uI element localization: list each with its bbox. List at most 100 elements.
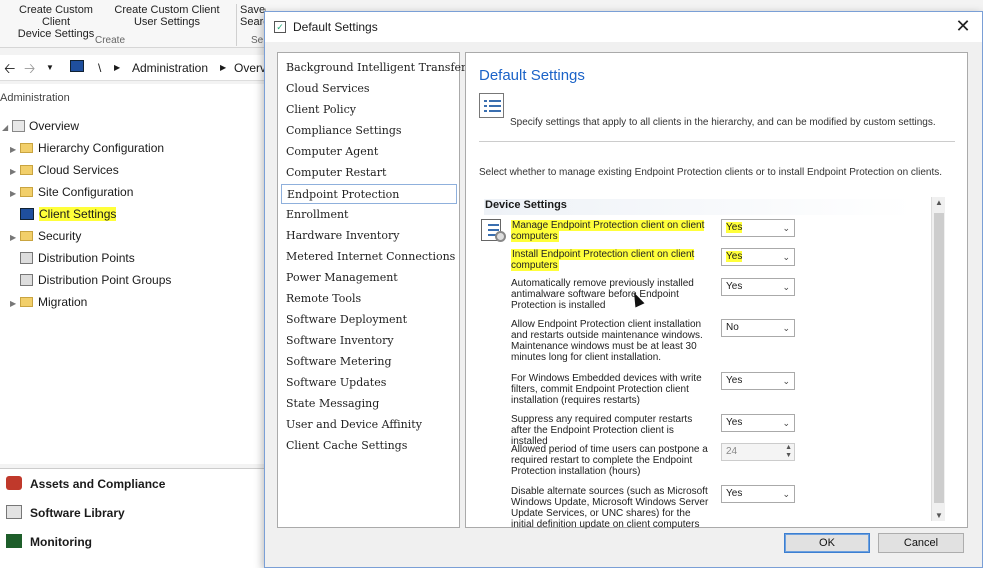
device-settings-grid: Device Settings ▲ ▼ Manage Endpoint Prot… [481, 195, 956, 530]
expand-icon[interactable]: ▶ [10, 163, 20, 181]
category-item[interactable]: Background Intelligent Transfer [281, 58, 466, 78]
workspace-monitoring[interactable]: Monitoring [6, 531, 92, 553]
panel-title: Default Settings [479, 67, 585, 84]
workspace-list: Assets and Compliance Software Library M… [0, 468, 265, 568]
setting-label: For Windows Embedded devices with write … [511, 373, 702, 406]
category-item[interactable]: Computer Restart [281, 163, 457, 183]
back-icon[interactable]: 🡠 [4, 58, 15, 82]
chevron-down-icon: ⌄ [782, 376, 790, 386]
category-item-selected[interactable]: Endpoint Protection [281, 184, 457, 204]
overview-icon [12, 120, 25, 132]
close-button[interactable]: ✕ [952, 16, 974, 38]
default-settings-dialog: ✓ Default Settings ✕ Background Intellig… [264, 11, 983, 568]
category-item[interactable]: Computer Agent [281, 142, 457, 162]
folder-icon [20, 187, 33, 197]
address-administration[interactable]: Administration [132, 61, 208, 75]
panel-description: Specify settings that apply to all clien… [510, 117, 936, 128]
chevron-down-icon: ⌄ [782, 282, 790, 292]
tree-item-site-configuration[interactable]: ▶ Site Configuration [10, 183, 133, 201]
divider [479, 141, 955, 142]
tree-item-distribution-points[interactable]: Distribution Points [20, 249, 135, 267]
expand-icon[interactable]: ▶ [10, 229, 20, 247]
cancel-button[interactable]: Cancel [878, 533, 964, 553]
category-item[interactable]: Power Management [281, 268, 457, 288]
settings-list-icon [479, 93, 504, 118]
category-item[interactable]: Hardware Inventory [281, 226, 457, 246]
folder-icon [20, 231, 33, 241]
setting-dropdown[interactable]: Yes ⌄ [721, 248, 795, 266]
category-item[interactable]: Software Metering [281, 352, 457, 372]
category-item[interactable]: Software Deployment [281, 310, 457, 330]
assets-icon [6, 476, 22, 490]
setting-label: Disable alternate sources (such as Micro… [511, 486, 709, 530]
tree-item-client-settings[interactable]: Client Settings [20, 205, 117, 223]
scroll-up-icon[interactable]: ▲ [934, 198, 944, 207]
tree-item-distribution-point-groups[interactable]: Distribution Point Groups [20, 271, 171, 289]
section-header: Device Settings [484, 199, 914, 215]
tree-item-cloud-services[interactable]: ▶ Cloud Services [10, 161, 119, 179]
category-item[interactable]: Compliance Settings [281, 121, 457, 141]
category-item[interactable]: Cloud Services [281, 79, 457, 99]
category-item[interactable]: User and Device Affinity [281, 415, 457, 435]
category-item[interactable]: Metered Internet Connections [281, 247, 457, 267]
address-root[interactable]: \ [98, 61, 101, 75]
navigation-pane: Administration ◢ Overview ▶ Hierarchy Conf… [0, 84, 265, 464]
setting-label: Automatically remove previously installe… [511, 278, 694, 311]
setting-label: Manage Endpoint Protection client on cli… [511, 220, 705, 242]
setting-dropdown[interactable]: Yes ⌄ [721, 372, 795, 390]
scroll-down-icon[interactable]: ▼ [934, 511, 944, 520]
expand-icon[interactable]: ▶ [10, 295, 20, 313]
tree-item-security[interactable]: ▶ Security [10, 227, 81, 245]
chevron-down-icon: ⌄ [782, 252, 790, 262]
setting-dropdown[interactable]: Yes ⌄ [721, 219, 795, 237]
tree-item-overview[interactable]: ◢ Overview [2, 117, 79, 135]
vertical-scrollbar[interactable]: ▲ ▼ [931, 197, 945, 521]
chevron-down-icon: ⌄ [782, 418, 790, 428]
expand-icon[interactable]: ▶ [10, 141, 20, 159]
folder-icon [20, 143, 33, 153]
chevron-down-icon: ⌄ [782, 323, 790, 333]
forward-icon[interactable]: 🡢 [24, 58, 35, 82]
setting-dropdown[interactable]: Yes ⌄ [721, 278, 795, 296]
expand-icon[interactable]: ▶ [10, 185, 20, 203]
create-custom-client-device-settings-button[interactable]: Create Custom Client Device Settings [4, 4, 108, 40]
chevron-right-icon: ▶ [114, 63, 121, 72]
saved-searches-button[interactable]: Saved Searc [240, 4, 266, 28]
category-item[interactable]: Remote Tools [281, 289, 457, 309]
category-item[interactable]: Software Inventory [281, 331, 457, 351]
folder-icon [20, 297, 33, 307]
ribbon-group-create: Create [95, 35, 126, 46]
chevron-down-icon: ⌄ [782, 489, 790, 499]
category-list: Background Intelligent Transfer Cloud Se… [277, 52, 466, 528]
endpoint-settings-icon [481, 219, 507, 243]
setting-dropdown[interactable]: Yes ⌄ [721, 485, 795, 503]
chevron-down-icon: ⌄ [782, 223, 790, 233]
category-item[interactable]: Client Cache Settings [281, 436, 457, 456]
address-overview[interactable]: Overv [234, 61, 266, 75]
category-item[interactable]: Client Policy [281, 100, 457, 120]
monitoring-icon [6, 534, 22, 548]
address-bar: 🡠 🡢 ▼ \ ▶ Administration ▶ Overv [0, 55, 270, 81]
history-dropdown-icon[interactable]: ▼ [46, 63, 54, 72]
setting-label: Allow Endpoint Protection client install… [511, 319, 703, 363]
expand-icon[interactable]: ◢ [2, 119, 12, 137]
workspace-software-library[interactable]: Software Library [6, 502, 125, 524]
scroll-thumb[interactable] [934, 213, 944, 503]
ribbon-group-search: Se [251, 35, 264, 46]
setting-label: Install Endpoint Protection client on cl… [511, 249, 695, 271]
setting-dropdown[interactable]: Yes ⌄ [721, 414, 795, 432]
setting-label: Suppress any required computer restarts … [511, 414, 693, 447]
dialog-titlebar: ✓ Default Settings ✕ [265, 12, 982, 42]
setting-dropdown[interactable]: No ⌄ [721, 319, 795, 337]
category-item[interactable]: Software Updates [281, 373, 457, 393]
ok-button[interactable]: OK [784, 533, 870, 553]
folder-icon [20, 165, 33, 175]
tree-item-migration[interactable]: ▶ Migration [10, 293, 87, 311]
spinner-arrows-icon: ▲ ▼ [785, 444, 792, 459]
category-item[interactable]: Enrollment [281, 205, 457, 225]
client-settings-icon [20, 208, 34, 220]
create-custom-client-user-settings-button[interactable]: Create Custom Client User Settings [112, 4, 222, 28]
workspace-assets-and-compliance[interactable]: Assets and Compliance [6, 473, 165, 495]
category-item[interactable]: State Messaging [281, 394, 457, 414]
tree-item-hierarchy-configuration[interactable]: ▶ Hierarchy Configuration [10, 139, 164, 157]
